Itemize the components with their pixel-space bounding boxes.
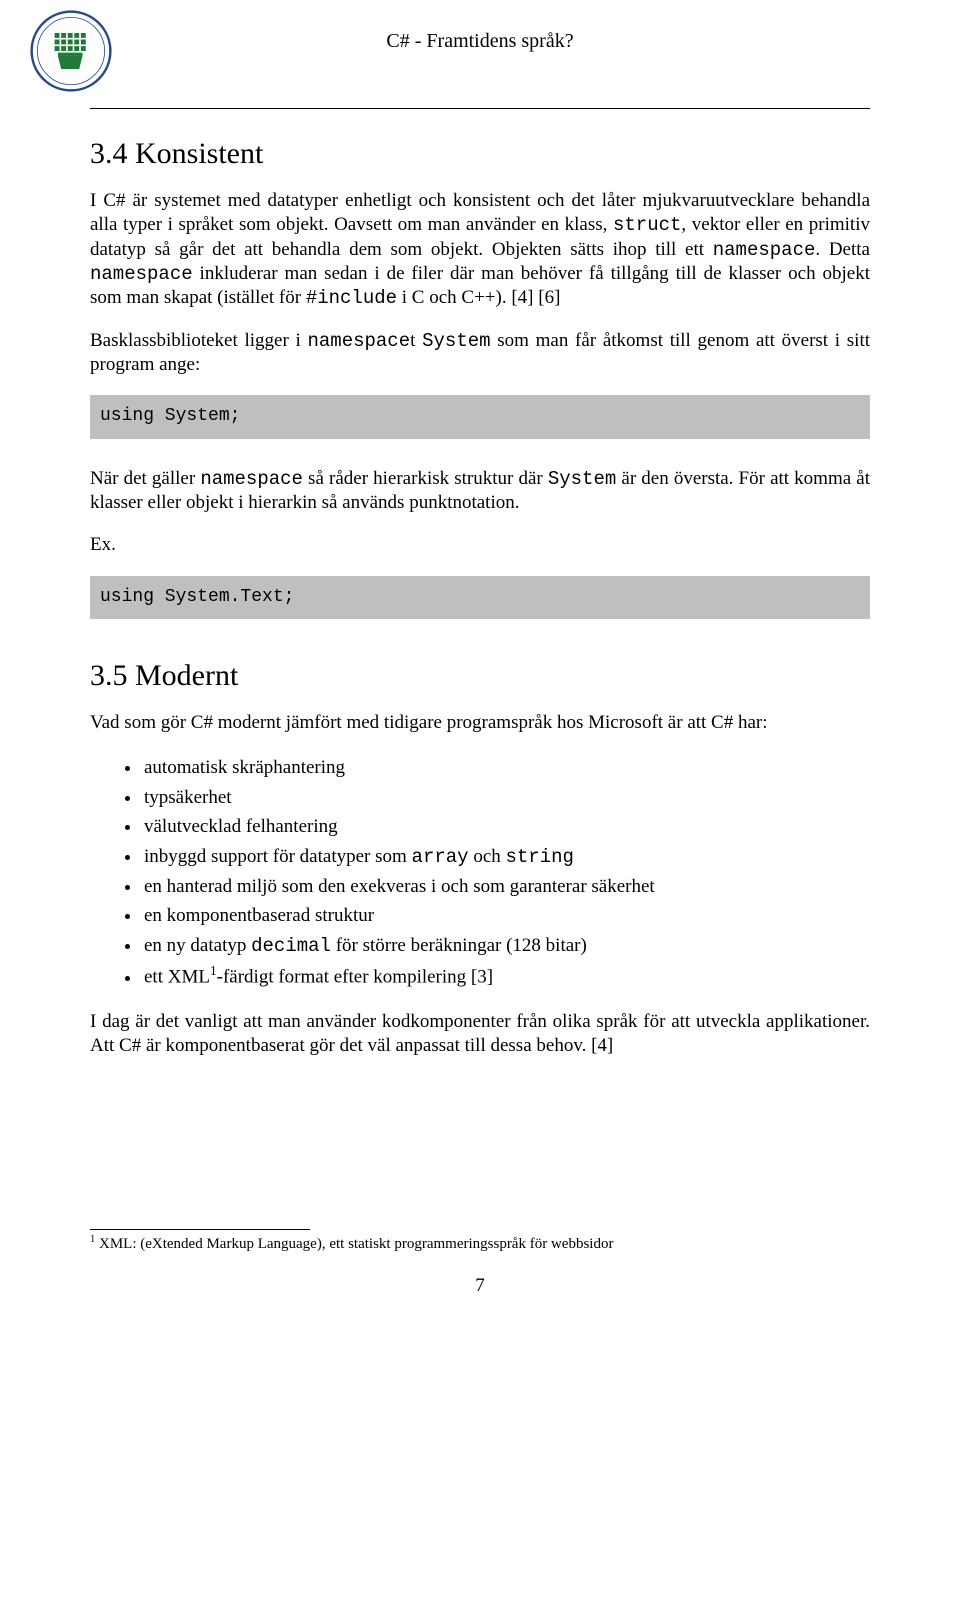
code-system: System: [422, 330, 490, 352]
list-item: inbyggd support för datatyper som array …: [142, 842, 870, 872]
page: C# - Framtidens språk? 3.4 Konsistent I …: [0, 0, 960, 1337]
list-item: typsäkerhet: [142, 783, 870, 812]
para-3-4-1: I C# är systemet med datatyper enhetligt…: [90, 189, 870, 311]
code-system: System: [548, 468, 616, 490]
list-text: -färdigt format efter kompilering [3]: [217, 967, 493, 988]
list-text: inbyggd support för datatyper som: [144, 846, 412, 867]
para-3-4-2: Basklassbiblioteket ligger i namespacet …: [90, 329, 870, 378]
para-3-4-3: När det gäller namespace så råder hierar…: [90, 467, 870, 516]
page-header: C# - Framtidens språk?: [90, 20, 870, 100]
code-array: array: [412, 846, 469, 868]
list-text: välutvecklad felhantering: [144, 816, 338, 837]
feature-list: automatisk skräphantering typsäkerhet vä…: [90, 753, 870, 992]
running-header-title: C# - Framtidens språk?: [90, 20, 870, 53]
list-text: en hanterad miljö som den exekveras i oc…: [144, 876, 655, 897]
heading-3-5: 3.5 Modernt: [90, 659, 870, 693]
list-item: automatisk skräphantering: [142, 753, 870, 782]
footnote-text: XML: (eXtended Markup Language), ett sta…: [95, 1236, 613, 1252]
bth-logo: [30, 10, 112, 92]
footnote-separator: [90, 1229, 310, 1230]
code-string: string: [506, 846, 574, 868]
list-item: välutvecklad felhantering: [142, 812, 870, 841]
list-text: en ny datatyp: [144, 935, 251, 956]
text-span: så råder hierarkisk struktur där: [303, 468, 548, 489]
list-item: ett XML1-färdigt format efter kompilerin…: [142, 961, 870, 992]
list-item: en hanterad miljö som den exekveras i oc…: [142, 872, 870, 901]
example-label: Ex.: [90, 533, 870, 557]
text-span: i C och C++). [4] [6]: [397, 287, 560, 308]
code-block-using-system-text: using System.Text;: [90, 576, 870, 619]
text-span: . Detta: [815, 239, 870, 260]
text-span: När det gäller: [90, 468, 200, 489]
list-text: och: [469, 846, 506, 867]
code-struct: struct: [613, 214, 681, 236]
para-3-5-intro: Vad som gör C# modernt jämfört med tidig…: [90, 711, 870, 735]
code-namespace: namespace: [90, 263, 193, 285]
heading-3-4: 3.4 Konsistent: [90, 137, 870, 171]
code-namespace: namespace: [307, 330, 410, 352]
list-text: ett XML: [144, 967, 210, 988]
list-text: för större beräkningar (128 bitar): [331, 935, 587, 956]
list-item: en ny datatyp decimal för större beräkni…: [142, 931, 870, 961]
para-3-5-outro: I dag är det vanligt att man använder ko…: [90, 1010, 870, 1059]
code-namespace: namespace: [713, 239, 816, 261]
list-item: en komponentbaserad struktur: [142, 901, 870, 930]
code-block-using-system: using System;: [90, 395, 870, 438]
footnote-ref: 1: [210, 963, 217, 978]
page-number: 7: [90, 1275, 870, 1297]
header-rule: [90, 108, 870, 109]
code-include: #include: [306, 287, 397, 309]
list-text: en komponentbaserad struktur: [144, 905, 374, 926]
text-span: t: [410, 330, 422, 351]
text-span: Basklassbiblioteket ligger i: [90, 330, 307, 351]
footnote-1: 1 XML: (eXtended Markup Language), ett s…: [90, 1234, 870, 1253]
list-text: typsäkerhet: [144, 787, 232, 808]
list-text: automatisk skräphantering: [144, 757, 345, 778]
code-decimal: decimal: [251, 935, 331, 957]
code-namespace: namespace: [200, 468, 303, 490]
